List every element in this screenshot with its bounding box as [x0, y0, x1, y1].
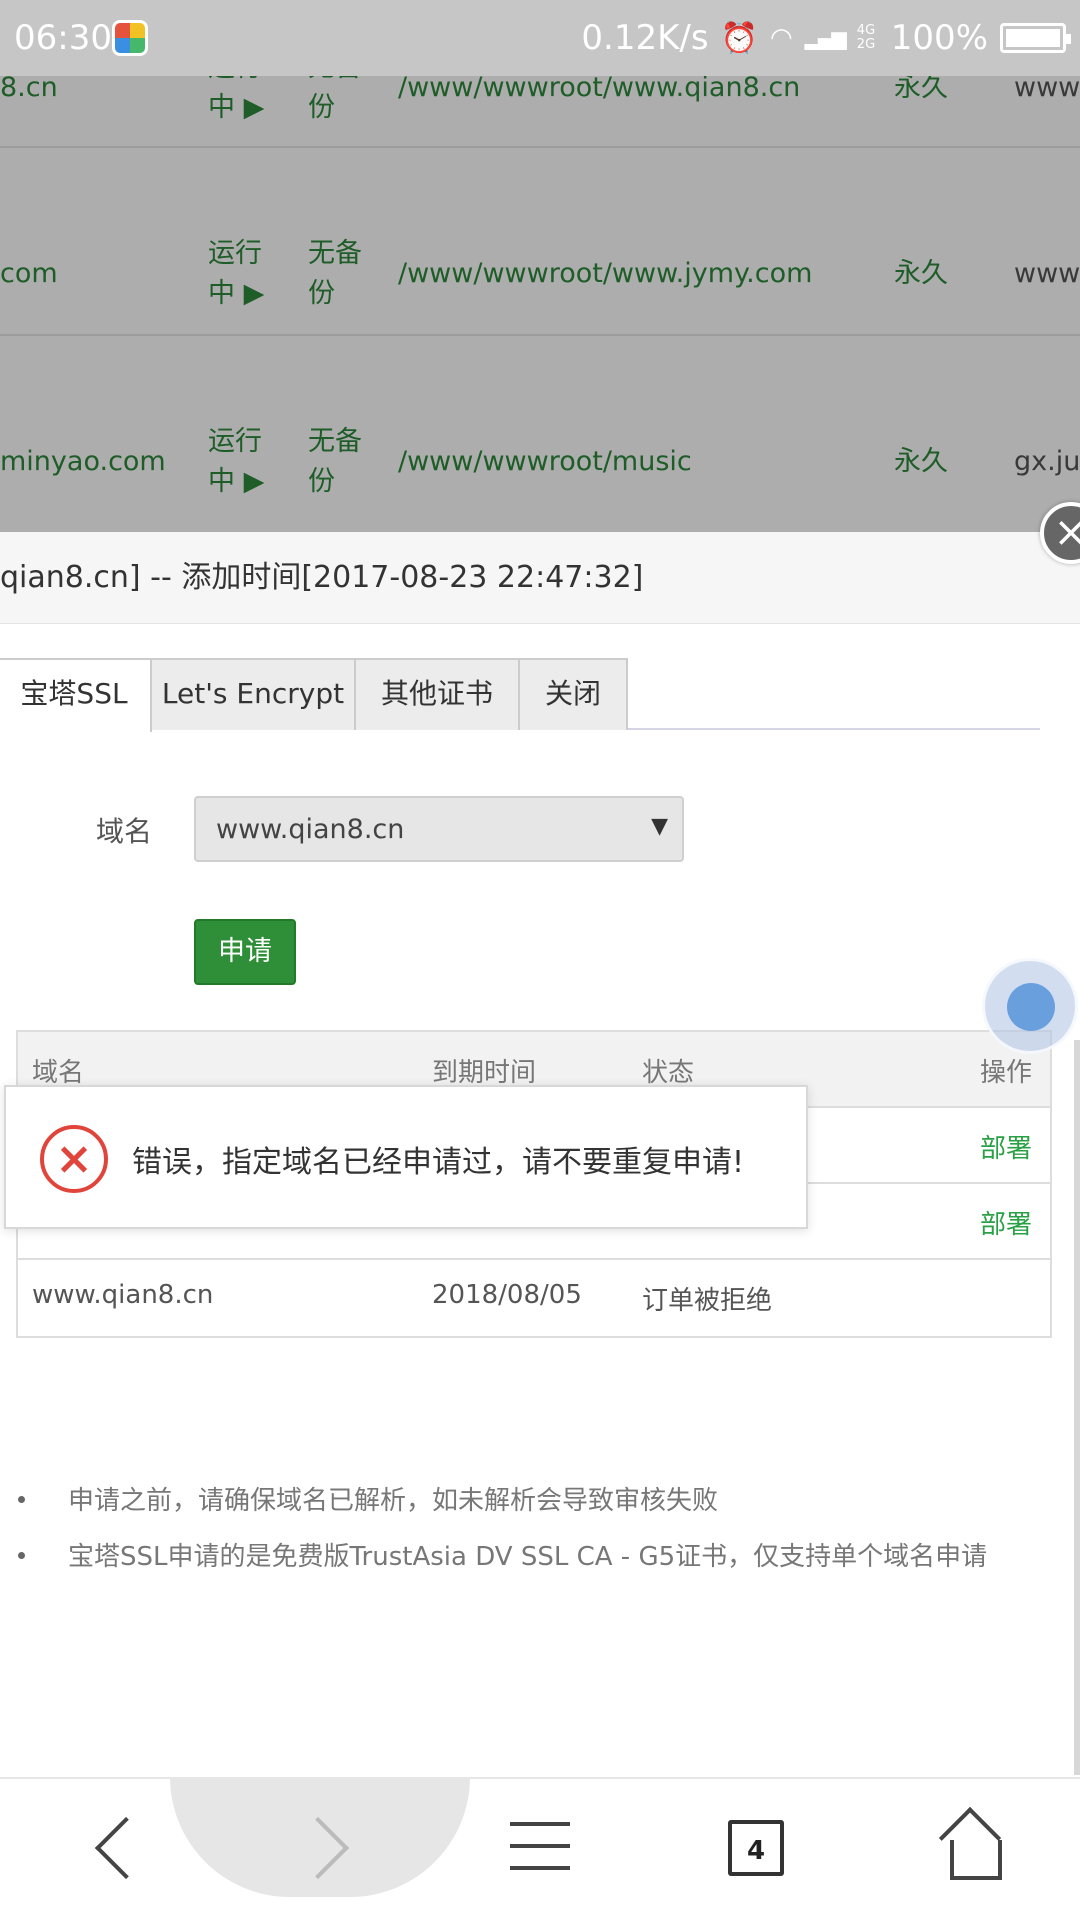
status-bar: 06:30 0.12K/s ⏰ ◠ ▂▄▆ 4G 2G 100% [0, 0, 1080, 76]
menu-icon[interactable] [510, 1812, 570, 1882]
tab-close[interactable]: 关闭 [518, 658, 628, 730]
domain-select-value: www.qian8.cn [216, 814, 405, 845]
ssl-modal: qian8.cn] -- 添加时间[2017-08-23 22:47:32] 宝… [0, 532, 1080, 1777]
tip-item: 申请之前，请确保域名已解析，如未解析会导致审核失败 [0, 1480, 1080, 1536]
row-expire: 2018/08/05 [432, 1280, 582, 1310]
alarm-icon: ⏰ [720, 20, 758, 56]
col-expire: 到期时间 [432, 1058, 537, 1088]
tip-item: 宝塔SSL申请的是免费版TrustAsia DV SSL CA - G5证书，仅… [0, 1536, 1080, 1592]
col-status: 状态 [642, 1058, 695, 1088]
wifi-icon: ◠ [769, 23, 793, 53]
battery-icon [1000, 23, 1071, 53]
signal-icon: ▂▄▆ [804, 26, 847, 50]
col-domain: 域名 [32, 1058, 85, 1088]
tab-lets-encrypt[interactable]: Let's Encrypt [150, 658, 356, 730]
home-icon[interactable] [942, 1812, 1002, 1882]
app-icon [112, 20, 148, 56]
ssl-tabs: 宝塔SSL Let's Encrypt 其他证书 关闭 [0, 658, 1040, 732]
row-domain: www.qian8.cn [32, 1280, 214, 1310]
modal-title: qian8.cn] -- 添加时间[2017-08-23 22:47:32] [0, 560, 644, 595]
tab-baota-ssl[interactable]: 宝塔SSL [0, 658, 152, 732]
tabs-count-button[interactable]: 4 [728, 1820, 784, 1876]
deploy-link[interactable]: 部署 [980, 1128, 1032, 1165]
deploy-link[interactable]: 部署 [980, 1204, 1032, 1241]
network-type: 4G 2G [856, 23, 876, 52]
back-icon[interactable] [88, 1812, 138, 1882]
error-icon [40, 1125, 108, 1193]
forward-icon[interactable] [296, 1812, 346, 1882]
error-toast: 错误，指定域名已经申请过，请不要重复申请! [4, 1085, 808, 1229]
table-row: www.qian8.cn 2018/08/05 订单被拒绝 [18, 1260, 1050, 1336]
apply-button[interactable]: 申请 [194, 919, 296, 985]
error-message: 错误，指定域名已经申请过，请不要重复申请! [132, 1145, 745, 1180]
modal-backdrop[interactable] [0, 0, 1080, 532]
row-status: 订单被拒绝 [642, 1286, 773, 1316]
net-speed: 0.12K/s [581, 18, 709, 58]
battery-percent: 100% [890, 18, 988, 58]
domain-select[interactable]: www.qian8.cn ▼ [194, 796, 684, 862]
scrollbar[interactable] [1074, 1040, 1080, 1775]
tab-other-cert[interactable]: 其他证书 [354, 658, 520, 730]
clock: 06:30 [14, 18, 112, 58]
modal-header: qian8.cn] -- 添加时间[2017-08-23 22:47:32] [0, 532, 1080, 624]
floating-scroll-button[interactable] [982, 958, 1078, 1054]
domain-label: 域名 [96, 815, 153, 848]
col-action: 操作 [980, 1058, 1033, 1088]
dropdown-arrow-icon: ▼ [651, 814, 668, 839]
tips-list: 申请之前，请确保域名已解析，如未解析会导致审核失败 宝塔SSL申请的是免费版Tr… [0, 1480, 1080, 1592]
